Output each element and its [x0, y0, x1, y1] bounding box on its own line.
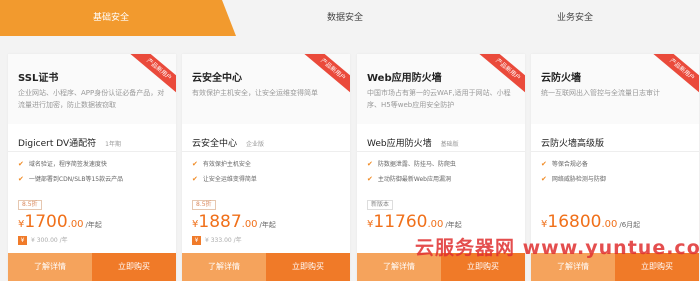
- card-title: SSL证书: [18, 73, 59, 84]
- product-card-ssl: SSL证书 企业网站、小程序、APP身份认证必备产品，对流量进行加密，防止数据被…: [8, 54, 176, 281]
- card-description: 中国市场占有第一的云WAF,适用于网站、小程序、H5等web应用安全防护: [367, 89, 511, 109]
- tab-business-security[interactable]: 业务安全: [450, 0, 700, 36]
- price: ¥16800.00/6月起: [541, 212, 641, 232]
- category-tabs: 基础安全 数据安全 业务安全: [0, 0, 700, 36]
- check-icon: ✔: [541, 160, 547, 168]
- product-name: 云防火墙高级版: [541, 139, 605, 149]
- card-title: 云安全中心: [192, 73, 242, 84]
- tab-label: 数据安全: [326, 13, 363, 23]
- check-icon: ✔: [192, 175, 198, 183]
- site-watermark: 云服务器网 www.yuntue.com: [415, 237, 700, 259]
- original-price: ¥ ¥ 333.00 /年: [192, 235, 242, 245]
- feature-item: ✔ 一键部署到CDN/SLB等15款云产品: [18, 175, 124, 183]
- original-price: ¥ ¥ 300.00 /年: [18, 235, 68, 245]
- divider: [531, 151, 699, 152]
- feature-item: ✔ 网络威胁检测与防御: [541, 175, 606, 183]
- feature-item: ✔ 域名验证，程序简签发速度快: [18, 160, 107, 168]
- product-tag: 基础版: [440, 141, 459, 148]
- currency-icon: ¥: [18, 236, 27, 245]
- feature-item: ✔ 有效保护主机安全: [192, 160, 251, 168]
- discount-badge: 8.5折: [192, 200, 216, 210]
- learn-more-button[interactable]: 了解详情: [182, 253, 266, 281]
- price: ¥1700.00/年起: [18, 212, 102, 232]
- product-name: 云安全中心: [192, 139, 238, 149]
- product-name: Web应用防火墙: [367, 139, 432, 149]
- feature-item: ✔ 让安全运维变得简单: [192, 175, 257, 183]
- divider: [182, 151, 350, 152]
- product-spec: Digicert DV通配符 1年期: [18, 131, 121, 149]
- card-description: 企业网站、小程序、APP身份认证必备产品，对流量进行加密，防止数据被窃取: [18, 89, 165, 109]
- product-spec: 云防火墙高级版: [541, 131, 604, 149]
- divider: [357, 151, 525, 152]
- tab-label: 业务安全: [556, 13, 593, 23]
- card-description: 有效保护主机安全，让安全运维变得简单: [192, 89, 318, 97]
- product-card-security-center: 云安全中心 有效保护主机安全，让安全运维变得简单 产品新用户 云安全中心 企业版 …: [182, 54, 350, 281]
- product-spec: Web应用防火墙 基础版: [367, 131, 459, 149]
- tab-data-security[interactable]: 数据安全: [240, 0, 450, 36]
- card-title: Web应用防火墙: [367, 73, 442, 84]
- check-icon: ✔: [18, 160, 24, 168]
- check-icon: ✔: [192, 160, 198, 168]
- divider: [8, 151, 176, 152]
- card-title: 云防火墙: [541, 73, 581, 84]
- price: ¥11760.00/年起: [367, 212, 462, 232]
- check-icon: ✔: [18, 175, 24, 183]
- check-icon: ✔: [367, 160, 373, 168]
- learn-more-button[interactable]: 了解详情: [8, 253, 92, 281]
- feature-item: ✔ 等保合规必备: [541, 160, 588, 168]
- buy-now-button[interactable]: 立即购买: [266, 253, 350, 281]
- version-badge: 新版本: [367, 200, 394, 210]
- feature-item: ✔ 主动防御最新Web应用漏洞: [367, 175, 451, 183]
- check-icon: ✔: [541, 175, 547, 183]
- buy-now-button[interactable]: 立即购买: [92, 253, 176, 281]
- feature-item: ✔ 防数据泄露、防挂马、防爬虫: [367, 160, 456, 168]
- product-name: Digicert DV通配符: [18, 139, 97, 149]
- tab-basic-security[interactable]: 基础安全: [0, 0, 236, 36]
- card-description: 统一互联网出入管控与全流量日志审计: [541, 89, 660, 97]
- product-spec: 云安全中心 企业版: [192, 131, 264, 149]
- discount-badge: 8.5折: [18, 200, 42, 210]
- product-tag: 1年期: [105, 141, 121, 148]
- tab-label: 基础安全: [92, 13, 129, 23]
- check-icon: ✔: [367, 175, 373, 183]
- currency-icon: ¥: [192, 236, 201, 245]
- product-tag: 企业版: [246, 141, 265, 148]
- price: ¥1887.00/年起: [192, 212, 276, 232]
